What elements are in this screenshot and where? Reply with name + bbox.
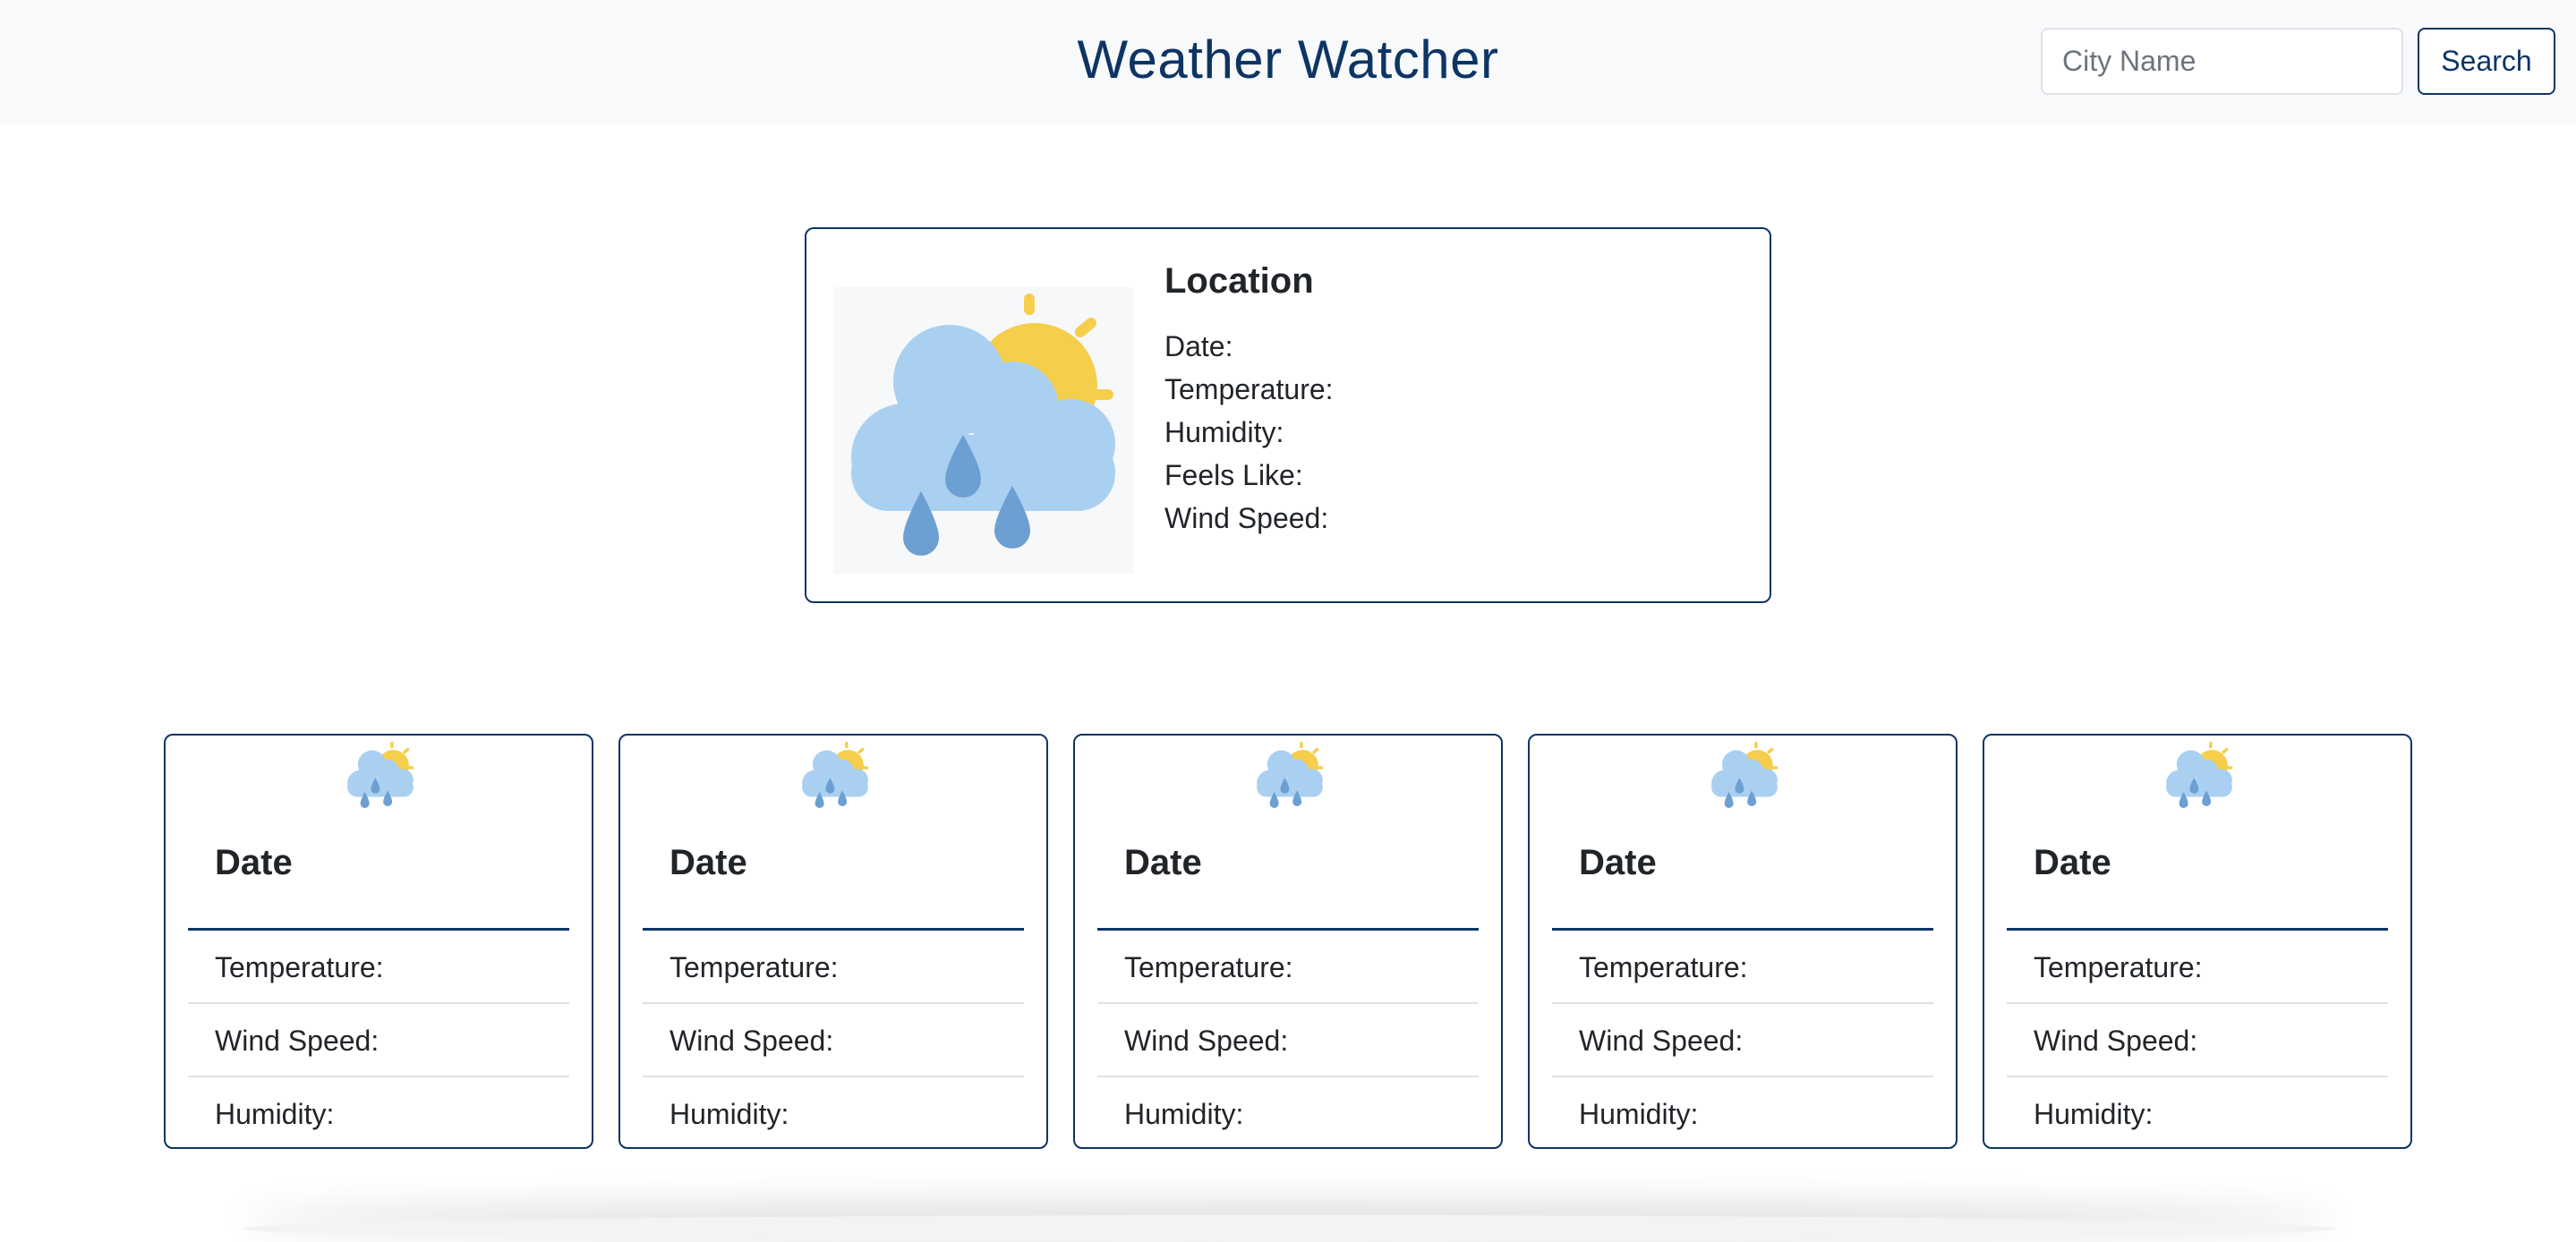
forecast-temperature: Temperature: — [643, 931, 1024, 1004]
forecast-card: Date Temperature: Wind Speed: Humidity: — [164, 734, 593, 1149]
forecast-date: Date — [215, 843, 293, 882]
current-temperature: Temperature: — [1164, 373, 1334, 405]
partly-cloudy-rain-icon — [1252, 741, 1327, 812]
forecast-humidity: Humidity: — [1124, 1098, 1244, 1130]
forecast-wind-speed: Wind Speed: — [188, 1004, 569, 1077]
forecast-date: Date — [1579, 843, 1657, 882]
forecast-humidity: Humidity: — [670, 1098, 789, 1130]
partly-cloudy-rain-icon — [1707, 741, 1782, 812]
search-button[interactable]: Search — [2418, 28, 2555, 95]
forecast-temperature: Temperature: — [1552, 931, 1933, 1004]
partly-cloudy-rain-icon — [2162, 741, 2237, 812]
forecast-details: Temperature: Wind Speed: Humidity: — [2007, 931, 2388, 1151]
forecast-card: Date Temperature: Wind Speed: Humidity: — [618, 734, 1048, 1149]
current-feels-like: Feels Like: — [1164, 459, 1303, 491]
forecast-card: Date Temperature: Wind Speed: Humidity: — [1073, 734, 1503, 1149]
forecast-date: Date — [1124, 843, 1202, 882]
current-weather-info: Location Date: Temperature: Humidity: Fe… — [1164, 261, 1334, 540]
current-date: Date: — [1164, 330, 1233, 362]
navbar: Weather Watcher Search — [0, 0, 2576, 124]
forecast-humidity: Humidity: — [1579, 1098, 1699, 1130]
partly-cloudy-rain-icon — [833, 287, 1133, 574]
forecast-temperature: Temperature: — [2007, 931, 2388, 1004]
forecast-wind-speed: Wind Speed: — [2007, 1004, 2388, 1077]
forecast-details: Temperature: Wind Speed: Humidity: — [643, 931, 1024, 1151]
current-humidity: Humidity: — [1164, 416, 1284, 448]
forecast-details: Temperature: Wind Speed: Humidity: — [188, 931, 569, 1151]
forecast-wind-speed: Wind Speed: — [643, 1004, 1024, 1077]
forecast-wind-speed: Wind Speed: — [1097, 1004, 1479, 1077]
footer-shadow — [242, 1215, 2336, 1242]
forecast-date: Date — [2034, 843, 2111, 882]
current-wind-speed: Wind Speed: — [1164, 502, 1329, 534]
city-search-input[interactable] — [2041, 28, 2403, 95]
current-weather-card: Location Date: Temperature: Humidity: Fe… — [805, 227, 1771, 603]
partly-cloudy-rain-icon — [798, 741, 873, 812]
forecast-details: Temperature: Wind Speed: Humidity: — [1097, 931, 1479, 1151]
forecast-date: Date — [670, 843, 747, 882]
location-title: Location — [1164, 261, 1314, 301]
forecast-humidity: Humidity: — [215, 1098, 335, 1130]
partly-cloudy-rain-icon — [343, 741, 418, 812]
forecast-humidity: Humidity: — [2034, 1098, 2154, 1130]
forecast-temperature: Temperature: — [188, 931, 569, 1004]
forecast-card: Date Temperature: Wind Speed: Humidity: — [1528, 734, 1958, 1149]
forecast-card: Date Temperature: Wind Speed: Humidity: — [1983, 734, 2412, 1149]
forecast-wind-speed: Wind Speed: — [1552, 1004, 1933, 1077]
forecast-details: Temperature: Wind Speed: Humidity: — [1552, 931, 1933, 1151]
forecast-temperature: Temperature: — [1097, 931, 1479, 1004]
